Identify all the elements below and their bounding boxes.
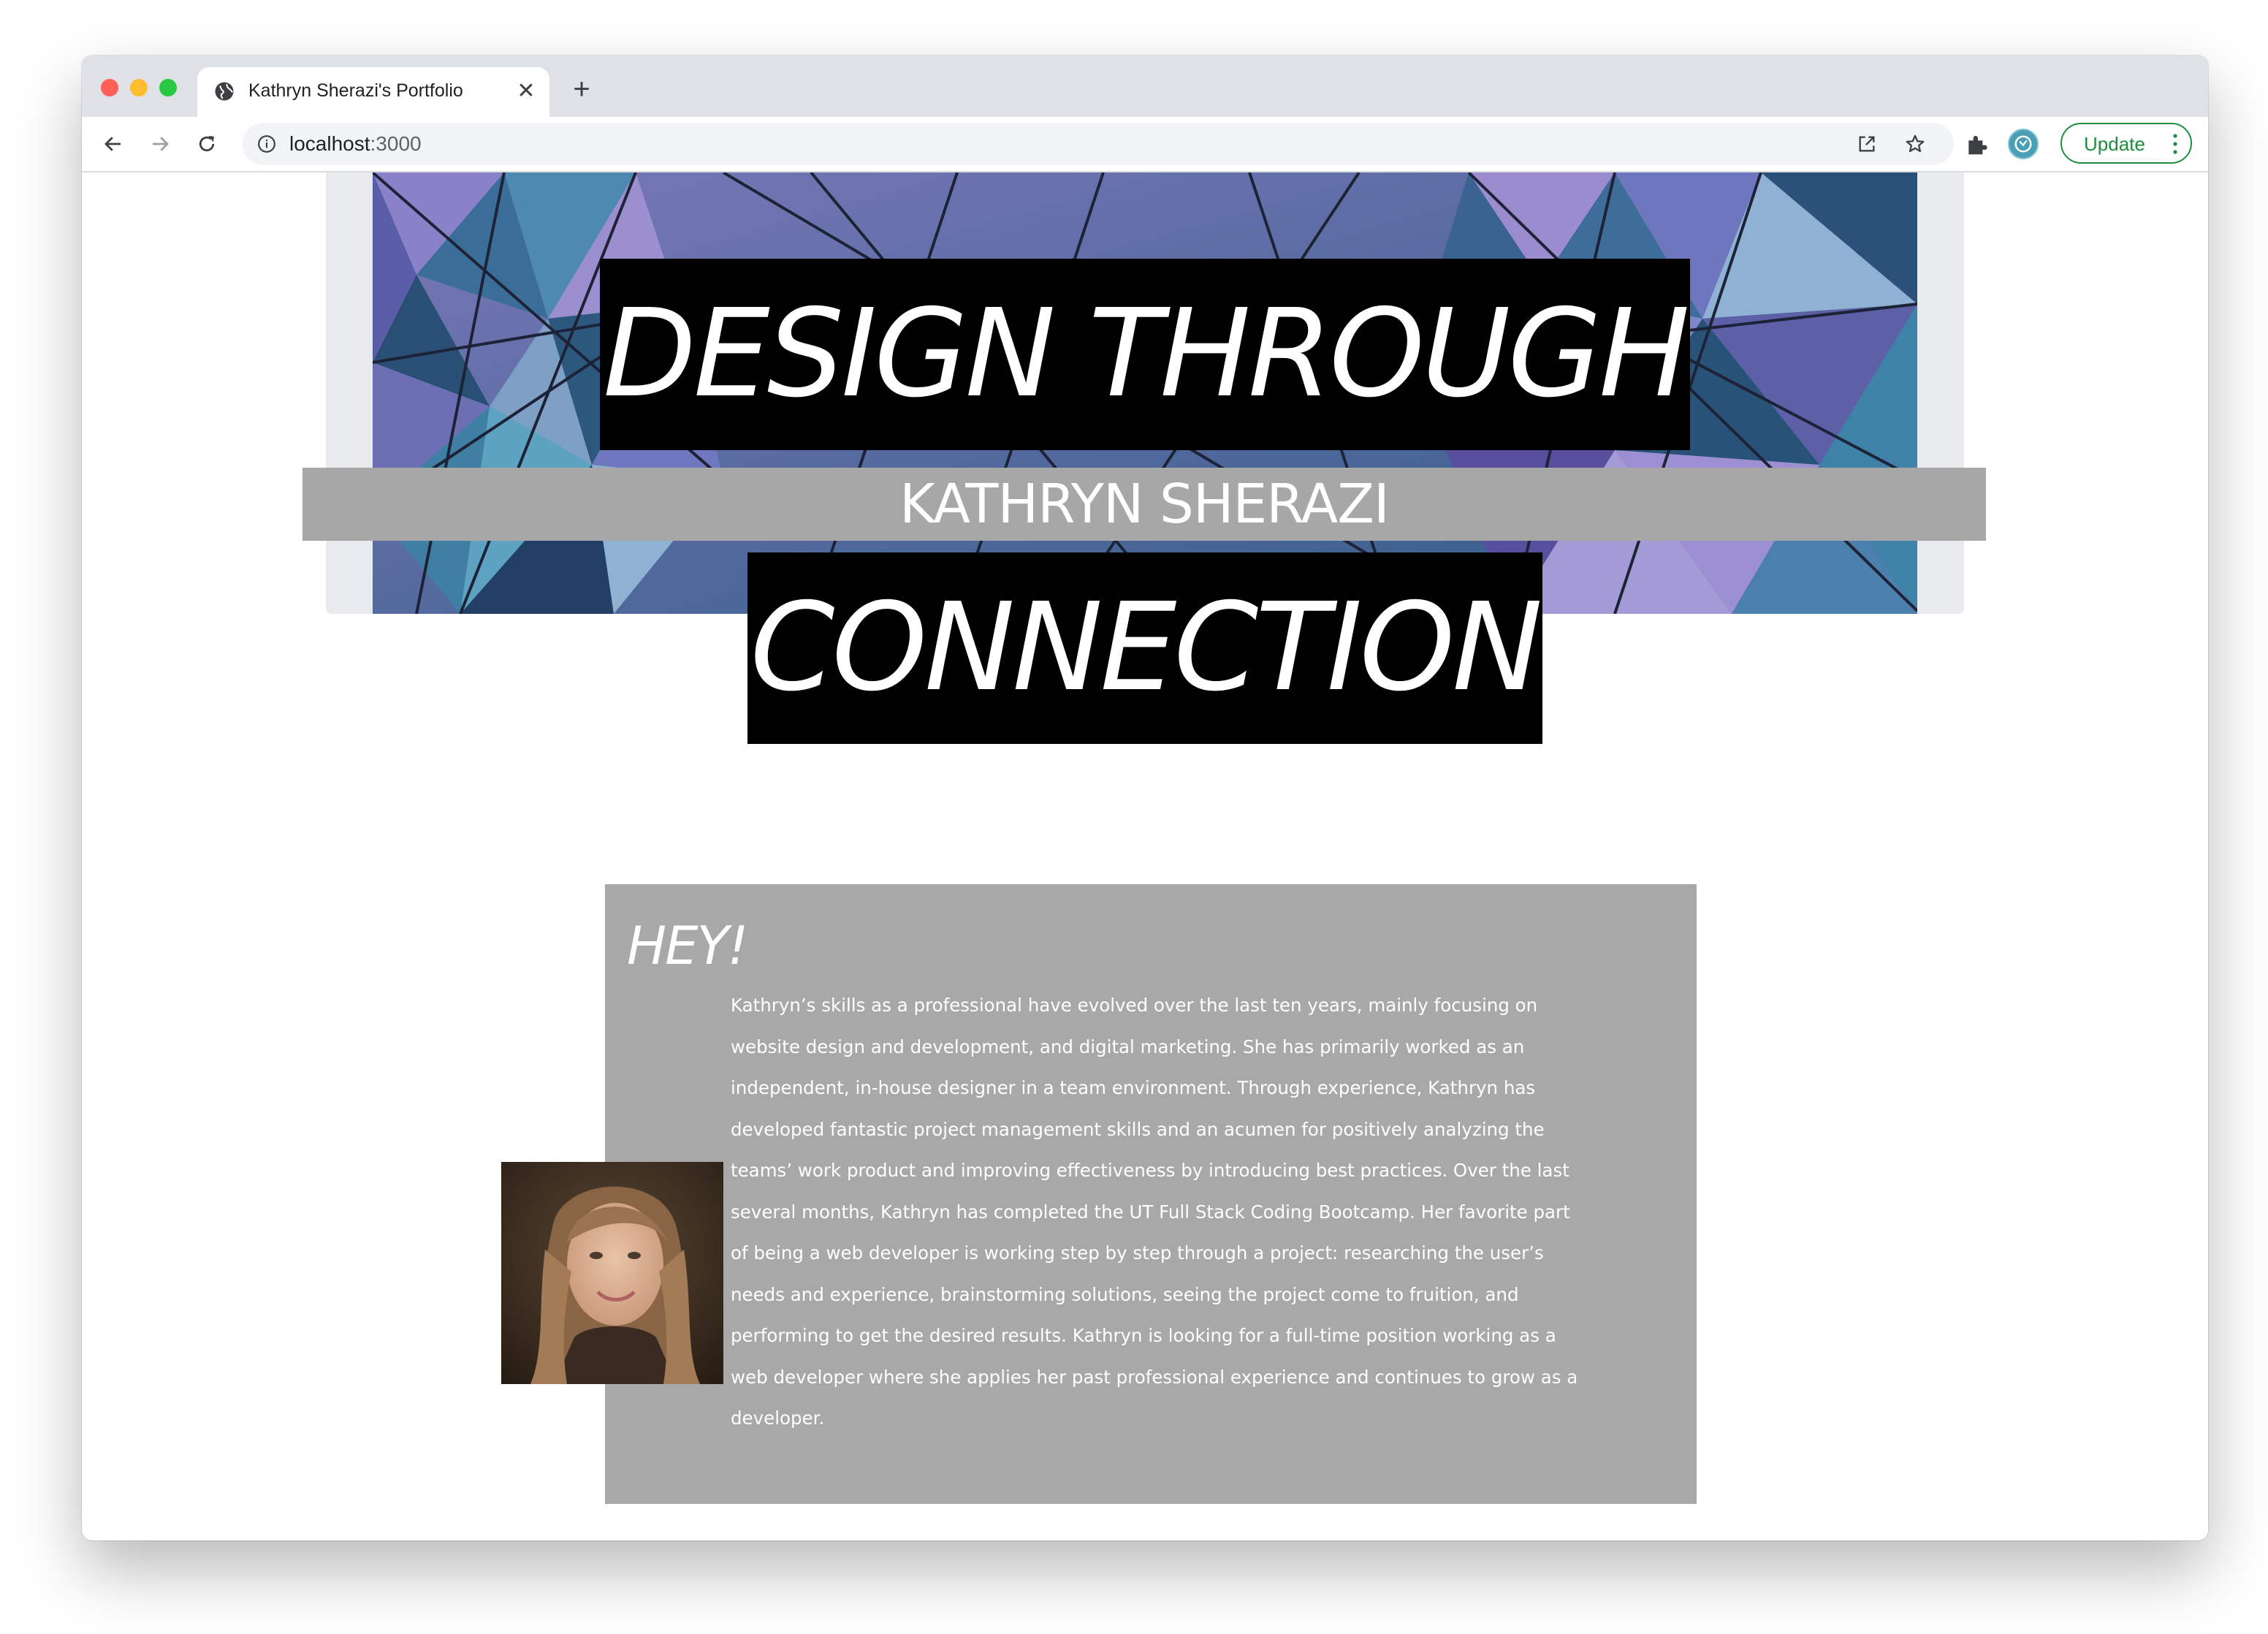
portrait-image [501, 1162, 723, 1384]
star-icon[interactable] [1903, 132, 1928, 156]
name-banner: KATHRYN SHERAZI [302, 468, 1986, 541]
globe-icon [215, 82, 234, 101]
owner-name: KATHRYN SHERAZI [899, 473, 1390, 536]
hero-title-line-1: DESIGN THROUGH [82, 259, 2208, 450]
browser-tab[interactable]: Kathryn Sherazi's Portfolio ✕ [197, 67, 549, 117]
tab-close-icon[interactable]: ✕ [514, 80, 538, 103]
page-viewport: DESIGN THROUGH KATHRYN SHERAZI CONNECTIO… [82, 172, 2208, 1540]
hero-title-text-1: DESIGN THROUGH [600, 259, 1690, 450]
more-vert-icon[interactable] [2173, 133, 2177, 155]
open-in-icon[interactable] [1854, 132, 1879, 156]
forward-arrow-icon [153, 137, 169, 151]
profile-photo [501, 1162, 723, 1384]
browser-window: Kathryn Sherazi's Portfolio ✕ + localhos… [82, 56, 2208, 1540]
window-zoom-button[interactable] [159, 79, 177, 96]
address-bar[interactable]: localhost:3000 [243, 123, 1954, 165]
back-arrow-icon [104, 137, 121, 151]
back-button[interactable] [95, 126, 132, 162]
reload-button[interactable] [189, 126, 225, 162]
browser-toolbar: localhost:3000 Update [82, 117, 2208, 172]
reload-icon [199, 135, 215, 152]
new-tab-button[interactable]: + [567, 75, 596, 104]
window-minimize-button[interactable] [130, 79, 148, 96]
hero-title-line-2: CONNECTION [82, 552, 2208, 744]
update-label: Update [2084, 133, 2145, 155]
profile-icon [2014, 135, 2032, 153]
avatar[interactable] [2008, 129, 2039, 159]
about-section: HEY! Kathryn’s skills as a professional … [605, 884, 1697, 1504]
puzzle-icon[interactable] [1964, 130, 1992, 158]
window-close-button[interactable] [101, 79, 118, 96]
tab-strip: Kathryn Sherazi's Portfolio ✕ + [82, 56, 2208, 117]
hero-title-text-2: CONNECTION [747, 552, 1543, 744]
update-button[interactable]: Update [2060, 123, 2192, 164]
forward-button[interactable] [142, 126, 178, 162]
url-host: localhost [289, 132, 370, 155]
tab-title: Kathryn Sherazi's Portfolio [248, 80, 463, 101]
about-paragraph: Kathryn’s skills as a professional have … [731, 995, 1578, 1429]
about-heading: HEY! [627, 915, 748, 976]
url-text[interactable]: localhost:3000 [289, 132, 422, 156]
url-port: :3000 [370, 132, 422, 155]
info-icon[interactable] [257, 134, 276, 153]
